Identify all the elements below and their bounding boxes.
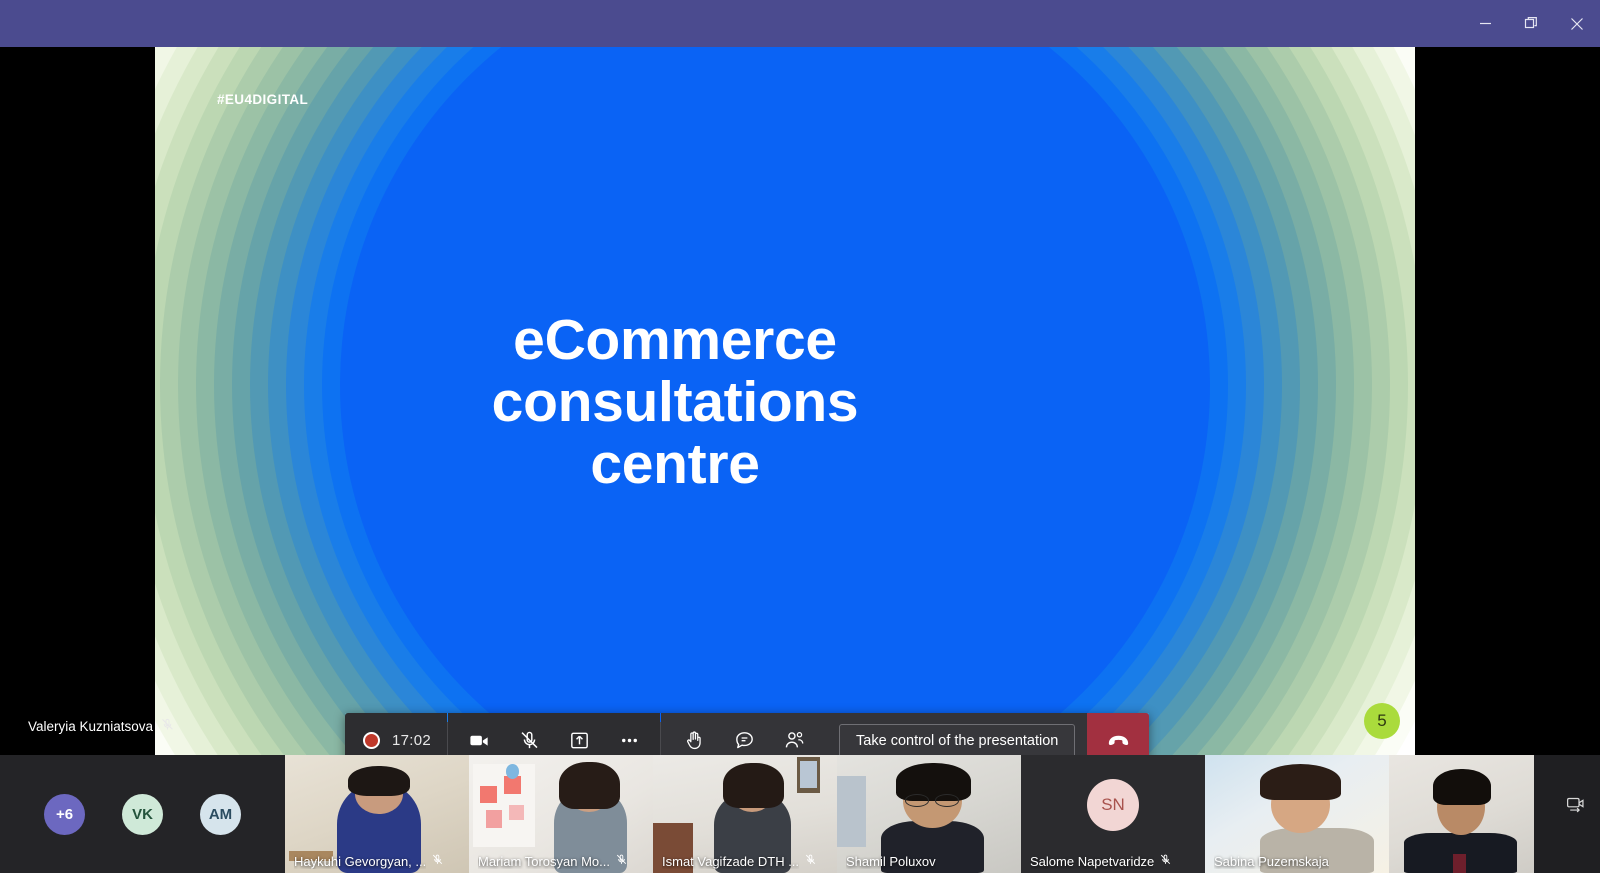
take-control-section: Take control of the presentation <box>827 713 1088 755</box>
restore-button[interactable] <box>1508 0 1554 47</box>
overflow-avatar[interactable]: +6 <box>44 793 85 835</box>
recording-indicator: 17:02 <box>345 713 448 755</box>
participant-name: Mariam Torosyan Mo... <box>478 853 610 869</box>
recording-dot-icon <box>363 732 380 749</box>
presenter-label: Valeryia Kuzniatsova <box>28 717 175 735</box>
raise-hand-button[interactable] <box>671 713 717 755</box>
mic-muted-icon <box>804 853 817 869</box>
mic-muted-icon <box>1159 853 1172 869</box>
participant-name: Salome Napetvaridze <box>1030 853 1155 869</box>
slide-title-line-2: consultations <box>491 370 859 435</box>
slide-title-line-3: centre <box>590 432 760 497</box>
share-screen-button[interactable] <box>556 713 602 755</box>
chat-button[interactable] <box>721 713 767 755</box>
close-button[interactable] <box>1554 0 1600 47</box>
switch-view-button[interactable] <box>1565 795 1586 821</box>
participant-name: Shamil Poluxov <box>846 854 936 869</box>
presentation-slide: #EU4DIGITAL eCommerce consultations cent… <box>155 47 1415 755</box>
participant-tile[interactable]: Sabina Puzemskaja <box>1205 755 1389 873</box>
recording-timer: 17:02 <box>392 732 432 749</box>
slide-hashtag: #EU4DIGITAL <box>217 92 309 107</box>
shared-content-stage: #EU4DIGITAL eCommerce consultations cent… <box>0 47 1600 755</box>
participant-tile[interactable]: SN Salome Napetvaridze <box>1021 755 1205 873</box>
participants-button[interactable] <box>771 713 817 755</box>
participant-name-row: Sabina Puzemskaja <box>1214 854 1383 869</box>
camera-button[interactable] <box>456 713 502 755</box>
avatar-group: +6 VK AM <box>0 755 285 873</box>
call-toolbar: 17:02 Take control of the presentation <box>345 713 1150 755</box>
microphone-muted-button[interactable] <box>506 713 552 755</box>
mic-muted-icon <box>431 853 444 869</box>
media-controls <box>448 713 661 755</box>
participant-avatar-initials: SN <box>1101 794 1125 814</box>
participant-avatar: SN <box>1087 778 1139 831</box>
meeting-actions <box>661 713 828 755</box>
filmstrip-end <box>1534 755 1600 873</box>
participant-tile[interactable]: Shamil Poluxov <box>837 755 1021 873</box>
hangup-button[interactable] <box>1087 713 1150 755</box>
participant-name: Sabina Puzemskaja <box>1214 854 1329 869</box>
slide-title-line-1: eCommerce <box>513 308 837 372</box>
slide-page-number: 5 <box>1364 703 1400 739</box>
teams-meeting-window: #EU4DIGITAL eCommerce consultations cent… <box>0 0 1600 873</box>
window-title-bar <box>0 0 1600 47</box>
avatar-am-initials: AM <box>208 805 233 823</box>
participant-name: Ismat Vagifzade DTH ... <box>662 853 800 869</box>
participant-name: Haykuhi Gevorgyan, ... <box>294 853 427 869</box>
take-control-button[interactable]: Take control of the presentation <box>839 723 1076 755</box>
participant-name-row: Salome Napetvaridze <box>1030 853 1199 869</box>
participant-tile[interactable]: Mariam Torosyan Mo... <box>469 755 653 873</box>
slide-title: eCommerce consultations centre <box>155 308 1195 497</box>
more-options-button[interactable] <box>606 713 652 755</box>
mic-muted-icon <box>615 853 628 869</box>
participant-name-row: Ismat Vagifzade DTH ... <box>662 853 831 869</box>
avatar-vk-initials: VK <box>132 805 153 823</box>
participant-tile[interactable]: Ismat Vagifzade DTH ... <box>653 755 837 873</box>
participant-name-row: Mariam Torosyan Mo... <box>478 853 647 869</box>
overflow-avatar-label: +6 <box>55 805 74 823</box>
mic-muted-icon <box>160 717 175 735</box>
participant-filmstrip: +6 VK AM Haykuhi Gevorgyan, ... Mariam T… <box>0 755 1600 873</box>
participant-tile[interactable]: Haykuhi Gevorgyan, ... <box>285 755 469 873</box>
participant-tile[interactable] <box>1389 755 1534 873</box>
avatar-vk[interactable]: VK <box>122 793 163 835</box>
participant-name-row: Shamil Poluxov <box>846 854 1015 869</box>
presenter-name: Valeryia Kuzniatsova <box>28 718 154 734</box>
participant-name-row: Haykuhi Gevorgyan, ... <box>294 853 463 869</box>
avatar-am[interactable]: AM <box>200 793 241 835</box>
minimize-button[interactable] <box>1462 0 1508 47</box>
